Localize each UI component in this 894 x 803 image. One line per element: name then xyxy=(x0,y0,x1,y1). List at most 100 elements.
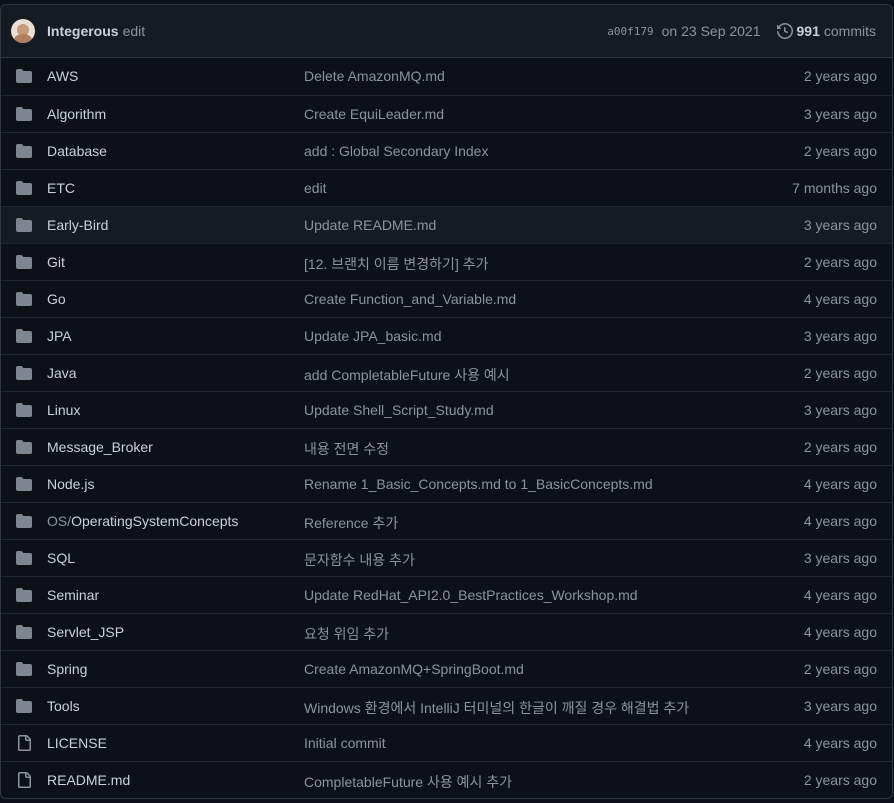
file-name[interactable]: Algorithm xyxy=(47,106,106,122)
file-row[interactable]: SQL 문자함수 내용 추가 3 years ago xyxy=(1,539,892,576)
file-row[interactable]: Database add : Global Secondary Index 2 ye… xyxy=(1,132,892,169)
commit-message-link[interactable]: Rename 1_Basic_Concepts.md to 1_BasicCon… xyxy=(304,476,653,492)
file-name-link[interactable]: LICENSE xyxy=(47,735,107,751)
parent-dir-link[interactable]: OS/ xyxy=(47,513,71,529)
commit-message-link[interactable]: Initial commit xyxy=(304,735,386,751)
file-row[interactable]: Git [12. 브랜치 이름 변경하기] 추가 2 years ago xyxy=(1,243,892,280)
commit-age: 2 years ago xyxy=(803,661,877,677)
commit-message-link[interactable]: Reference 추가 xyxy=(304,513,398,533)
file-row[interactable]: LICENSE Initial commit 4 years ago xyxy=(1,724,892,761)
file-name[interactable]: Go xyxy=(47,291,66,307)
file-name-link[interactable]: Linux xyxy=(47,402,80,418)
file-row[interactable]: README.md CompletableFuture 사용 예시 추가 2 yea… xyxy=(1,761,892,798)
file-name[interactable]: Message_Broker xyxy=(47,439,153,455)
file-name-link[interactable]: Go xyxy=(47,291,66,307)
commit-message-link[interactable]: 내용 전면 수정 xyxy=(304,439,389,459)
commit-date[interactable]: on 23 Sep 2021 xyxy=(662,23,761,39)
commit-message-link[interactable]: Update README.md xyxy=(304,217,436,233)
file-name[interactable]: Servlet_JSP xyxy=(47,624,124,640)
file-name-link[interactable]: Database xyxy=(47,143,107,159)
file-row[interactable]: Go Create Function_and_Variable.md 4 years… xyxy=(1,280,892,317)
file-row[interactable]: Linux Update Shell_Script_Study.md 3 years… xyxy=(1,391,892,428)
file-name[interactable]: Linux xyxy=(47,402,80,418)
commit-message-link[interactable]: edit xyxy=(304,180,327,196)
file-name[interactable]: README.md xyxy=(47,772,130,788)
file-name[interactable]: JPA xyxy=(47,328,72,344)
folder-icon xyxy=(16,329,32,343)
file-row[interactable]: Node.js Rename 1_Basic_Concepts.md to 1_B… xyxy=(1,465,892,502)
file-icon xyxy=(18,735,31,751)
file-name-link[interactable]: Servlet_JSP xyxy=(47,624,124,640)
file-name-link[interactable]: Node.js xyxy=(47,476,94,492)
file-row[interactable]: Algorithm Create EquiLeader.md 3 years ago xyxy=(1,95,892,132)
file-name-link[interactable]: Tools xyxy=(47,698,80,714)
latest-commit-message[interactable]: edit xyxy=(123,23,146,39)
file-name-link[interactable]: Seminar xyxy=(47,587,99,603)
commits-label[interactable]: commits xyxy=(824,23,876,39)
commit-message-link[interactable]: Create AmazonMQ+SpringBoot.md xyxy=(304,661,524,677)
file-name-link[interactable]: Algorithm xyxy=(47,106,106,122)
folder-icon xyxy=(16,588,32,602)
file-name[interactable]: Early-Bird xyxy=(47,217,108,233)
commit-sha[interactable]: a00f179 xyxy=(607,25,653,38)
commit-count[interactable]: 991 xyxy=(797,23,820,39)
commit-age: 4 years ago xyxy=(803,513,877,529)
file-icon xyxy=(18,772,31,788)
commit-message-link[interactable]: 문자함수 내용 추가 xyxy=(304,550,415,570)
file-row[interactable]: Early-Bird Update README.md 3 years ago xyxy=(1,206,892,243)
commit-age: 4 years ago xyxy=(803,587,877,603)
file-name-link[interactable]: JPA xyxy=(47,328,72,344)
file-name[interactable]: ETC xyxy=(47,180,75,196)
file-name[interactable]: OperatingSystemConcepts xyxy=(71,513,238,529)
file-name-link[interactable]: Java xyxy=(47,365,77,381)
commit-message-link[interactable]: CompletableFuture 사용 예시 추가 xyxy=(304,772,512,792)
file-row[interactable]: Java add CompletableFuture 사용 예시 2 years a… xyxy=(1,354,892,391)
file-name-link[interactable]: ETC xyxy=(47,180,75,196)
file-name-link[interactable]: AWS xyxy=(47,68,78,84)
file-row[interactable]: OS/OperatingSystemConcepts Reference 추가 4 … xyxy=(1,502,892,539)
commit-message-link[interactable]: Update Shell_Script_Study.md xyxy=(304,402,494,418)
file-row[interactable]: Servlet_JSP 요청 위임 추가 4 years ago xyxy=(1,613,892,650)
folder-icon xyxy=(16,477,32,491)
commit-message-link[interactable]: Update JPA_basic.md xyxy=(304,328,441,344)
avatar[interactable] xyxy=(11,19,35,43)
commit-message-link[interactable]: add : Global Secondary Index xyxy=(304,143,488,159)
commit-message-link[interactable]: add CompletableFuture 사용 예시 xyxy=(304,365,510,385)
file-name-link[interactable]: README.md xyxy=(47,772,130,788)
commit-message-link[interactable]: 요청 위임 추가 xyxy=(304,624,389,644)
file-name[interactable]: Tools xyxy=(47,698,80,714)
file-name-link[interactable]: Git xyxy=(47,254,65,270)
commit-message-link[interactable]: Windows 환경에서 IntelliJ 터미널의 한글이 깨질 경우 해결법… xyxy=(304,698,689,718)
file-name-link[interactable]: Early-Bird xyxy=(47,217,108,233)
file-name-link[interactable]: Message_Broker xyxy=(47,439,153,455)
commit-age: 4 years ago xyxy=(803,291,877,307)
file-name-link[interactable]: Spring xyxy=(47,661,87,677)
file-row[interactable]: ETC edit 7 months ago xyxy=(1,169,892,206)
file-name[interactable]: Database xyxy=(47,143,107,159)
file-name[interactable]: Git xyxy=(47,254,65,270)
file-row[interactable]: Seminar Update RedHat_API2.0_BestPractice… xyxy=(1,576,892,613)
file-name[interactable]: Seminar xyxy=(47,587,99,603)
commit-message-link[interactable]: Create EquiLeader.md xyxy=(304,106,444,122)
file-name[interactable]: AWS xyxy=(47,68,78,84)
commit-message-link[interactable]: Update RedHat_API2.0_BestPractices_Works… xyxy=(304,587,638,603)
file-name[interactable]: LICENSE xyxy=(47,735,107,751)
folder-icon xyxy=(16,514,32,528)
file-row[interactable]: AWS Delete AmazonMQ.md 2 years ago xyxy=(1,58,892,95)
history-icon[interactable] xyxy=(776,23,793,39)
file-row[interactable]: Message_Broker 내용 전면 수정 2 years ago xyxy=(1,428,892,465)
file-row[interactable]: Spring Create AmazonMQ+SpringBoot.md 2 yea… xyxy=(1,650,892,687)
commit-message-link[interactable]: Delete AmazonMQ.md xyxy=(304,68,445,84)
commit-message-link[interactable]: Create Function_and_Variable.md xyxy=(304,291,516,307)
file-name-link[interactable]: OS/OperatingSystemConcepts xyxy=(47,513,238,529)
file-name[interactable]: Java xyxy=(47,365,77,381)
file-name[interactable]: SQL xyxy=(47,550,75,566)
commit-author[interactable]: Integerous xyxy=(47,23,119,39)
commit-message-link[interactable]: [12. 브랜치 이름 변경하기] 추가 xyxy=(304,254,488,274)
commit-age: 2 years ago xyxy=(803,772,877,788)
file-row[interactable]: JPA Update JPA_basic.md 3 years ago xyxy=(1,317,892,354)
file-row[interactable]: Tools Windows 환경에서 IntelliJ 터미널의 한글이 깨질 경… xyxy=(1,687,892,724)
file-name[interactable]: Spring xyxy=(47,661,87,677)
file-name-link[interactable]: SQL xyxy=(47,550,75,566)
file-name[interactable]: Node.js xyxy=(47,476,94,492)
